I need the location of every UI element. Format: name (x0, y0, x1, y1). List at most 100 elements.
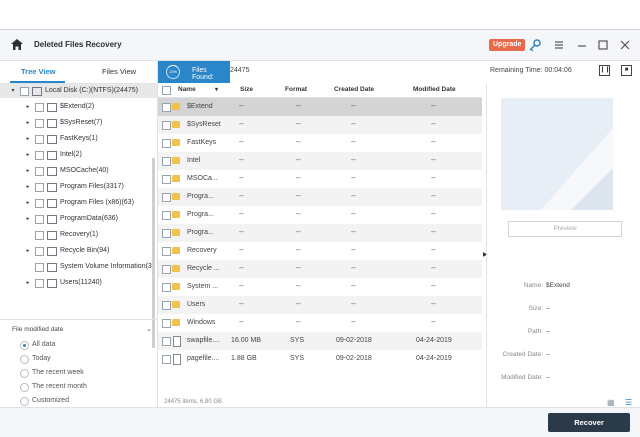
row-checkbox[interactable] (162, 301, 171, 310)
row-checkbox[interactable] (162, 229, 171, 238)
table-row[interactable]: pagefile.... 1.88 GB SYS 09-02-2018 04-24-20… (158, 350, 482, 368)
folder-icon (47, 279, 57, 288)
tree-checkbox[interactable] (35, 103, 44, 112)
minimize-icon[interactable] (575, 38, 589, 52)
tree-checkbox[interactable] (35, 135, 44, 144)
row-checkbox[interactable] (162, 265, 171, 274)
table-row[interactable]: System ... -- -- -- -- (158, 278, 482, 296)
table-row[interactable]: $SysReset -- -- -- -- (158, 116, 482, 134)
column-created[interactable]: Created Date (334, 86, 374, 93)
tree-checkbox[interactable] (35, 215, 44, 224)
table-row[interactable]: Progra... -- -- -- -- (158, 188, 482, 206)
row-checkbox[interactable] (162, 103, 171, 112)
radio-button[interactable] (20, 355, 29, 364)
row-checkbox[interactable] (162, 211, 171, 220)
radio-button[interactable] (20, 369, 29, 378)
tree-item[interactable]: ▸ $Extend(2) (0, 100, 157, 114)
table-row[interactable]: Intel -- -- -- -- (158, 152, 482, 170)
maximize-icon[interactable] (596, 38, 610, 52)
tree-item[interactable]: Recovery(1) (0, 228, 157, 242)
home-icon[interactable] (11, 39, 23, 50)
tree-checkbox[interactable] (35, 247, 44, 256)
tree-item[interactable]: ▸ Users(11240) (0, 276, 157, 290)
tree-item[interactable]: ▸ $SysReset(7) (0, 116, 157, 130)
expand-arrow-icon[interactable]: ▸ (25, 244, 31, 258)
tree-checkbox[interactable] (20, 87, 29, 96)
expand-arrow-icon[interactable]: ▸ (25, 212, 31, 226)
row-checkbox[interactable] (162, 337, 171, 346)
select-all-checkbox[interactable] (162, 86, 171, 95)
tree-item[interactable]: ▾ Local Disk (C:)(NTFS)(24475) (0, 84, 157, 98)
tree-checkbox[interactable] (35, 199, 44, 208)
expand-arrow-icon[interactable]: ▸ (25, 276, 31, 290)
recover-button[interactable]: Recover (548, 413, 630, 432)
collapse-arrow-icon[interactable]: ▾ (10, 84, 16, 98)
tree-checkbox[interactable] (35, 231, 44, 240)
preview-button[interactable]: Preview (508, 221, 622, 237)
row-checkbox[interactable] (162, 319, 171, 328)
table-row[interactable]: $Extend -- -- -- -- (158, 98, 482, 116)
sort-arrow-icon[interactable]: ▾ (215, 86, 218, 93)
tab-tree-view[interactable]: Tree View (21, 67, 55, 76)
tree-item[interactable]: ▸ MSOCache(40) (0, 164, 157, 178)
key-icon[interactable] (528, 38, 542, 52)
column-size[interactable]: Size (240, 86, 253, 93)
tree-item[interactable]: ▸ ProgramData(636) (0, 212, 157, 226)
row-checkbox[interactable] (162, 193, 171, 202)
close-icon[interactable] (618, 38, 632, 52)
radio-button[interactable] (20, 383, 29, 392)
tree-checkbox[interactable] (35, 263, 44, 272)
expand-arrow-icon[interactable]: ▸ (25, 100, 31, 114)
tree-item[interactable]: ▸ Intel(2) (0, 148, 157, 162)
tree-checkbox[interactable] (35, 151, 44, 160)
column-modified[interactable]: Modified Date (413, 86, 456, 93)
cell-format: SYS (290, 355, 305, 362)
menu-icon[interactable] (552, 38, 566, 52)
expand-arrow-icon[interactable]: ▸ (25, 196, 31, 210)
column-format[interactable]: Format (285, 86, 307, 93)
tree-item[interactable]: ▸ Program Files(3317) (0, 180, 157, 194)
row-checkbox[interactable] (162, 121, 171, 130)
tree-item[interactable]: ▸ Program Files (x86)(63) (0, 196, 157, 210)
folder-icon (47, 167, 57, 176)
tree-checkbox[interactable] (35, 119, 44, 128)
expand-arrow-icon[interactable]: ▸ (25, 132, 31, 146)
tree-item[interactable]: System Volume Information(3 (0, 260, 157, 274)
row-checkbox[interactable] (162, 247, 171, 256)
radio-button[interactable] (20, 397, 29, 406)
tree-item[interactable]: ▸ FastKeys(1) (0, 132, 157, 146)
detail-label: Modified Date: (501, 374, 543, 381)
cell-name: pagefile.... (187, 355, 220, 362)
table-row[interactable]: Recycle ... -- -- -- -- (158, 260, 482, 278)
cell-size: -- (239, 301, 244, 308)
column-name[interactable]: Name (178, 86, 196, 93)
tab-files-view[interactable]: Files View (102, 67, 136, 76)
row-checkbox[interactable] (162, 283, 171, 292)
row-checkbox[interactable] (162, 157, 171, 166)
tree-checkbox[interactable] (35, 183, 44, 192)
radio-button[interactable] (20, 341, 29, 350)
expand-arrow-icon[interactable]: ▸ (25, 164, 31, 178)
expand-arrow-icon[interactable]: ▸ (25, 148, 31, 162)
cell-format: -- (296, 319, 301, 326)
upgrade-button[interactable]: Upgrade (489, 39, 526, 51)
stop-button[interactable]: ■ (621, 65, 632, 76)
expand-arrow-icon[interactable]: ▸ (25, 116, 31, 130)
table-row[interactable]: Windows -- -- -- -- (158, 314, 482, 332)
chevron-down-icon[interactable]: ⌄ (146, 325, 152, 333)
row-checkbox[interactable] (162, 139, 171, 148)
table-row[interactable]: MSOCa... -- -- -- -- (158, 170, 482, 188)
expand-arrow-icon[interactable]: ▸ (25, 180, 31, 194)
table-row[interactable]: FastKeys -- -- -- -- (158, 134, 482, 152)
tree-checkbox[interactable] (35, 279, 44, 288)
tree-checkbox[interactable] (35, 167, 44, 176)
table-row[interactable]: Progra... -- -- -- -- (158, 206, 482, 224)
row-checkbox[interactable] (162, 175, 171, 184)
table-row[interactable]: Progra... -- -- -- -- (158, 224, 482, 242)
tree-item[interactable]: ▸ Recycle Bin(94) (0, 244, 157, 258)
table-row[interactable]: Recovery -- -- -- -- (158, 242, 482, 260)
row-checkbox[interactable] (162, 355, 171, 364)
table-row[interactable]: swapfile.... 16.00 MB SYS 09-02-2018 04-24-2… (158, 332, 482, 350)
table-row[interactable]: Users -- -- -- -- (158, 296, 482, 314)
pause-button[interactable]: ❙❙ (599, 65, 610, 76)
